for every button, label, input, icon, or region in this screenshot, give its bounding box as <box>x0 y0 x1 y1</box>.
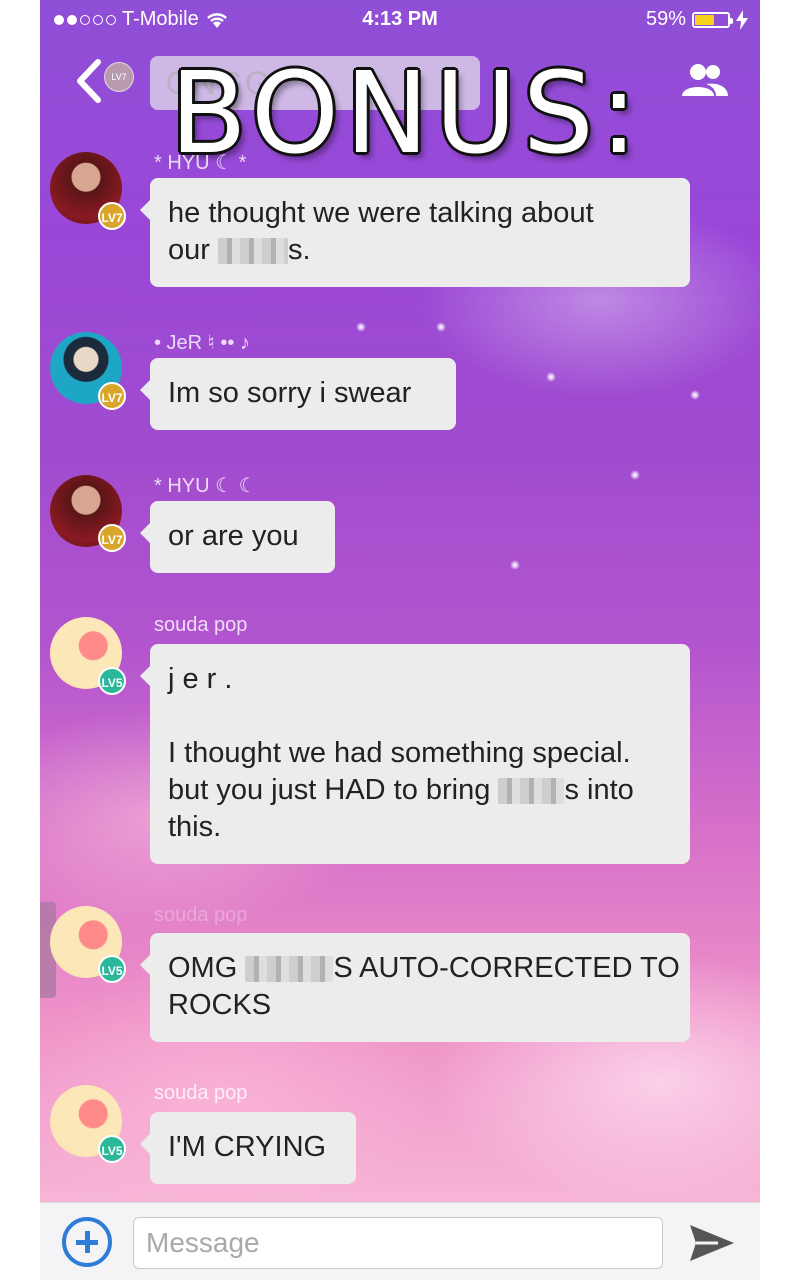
message-text: Im so sorry i swear <box>168 377 412 409</box>
message-text: S AUTO-CORRECTED TO <box>333 952 680 984</box>
background-sparkle <box>510 560 520 570</box>
chat-header: LV7 ONGG BONUS: <box>40 38 760 170</box>
message-text: ROCKS <box>168 989 272 1021</box>
background-sparkle <box>630 470 640 480</box>
message-text: our <box>168 234 218 266</box>
level-badge: LV5 <box>98 955 126 983</box>
message-bubble[interactable]: I'M CRYING <box>140 1112 356 1184</box>
message-text: s. <box>287 234 311 266</box>
sender-name: * HYU ☾ ☾ <box>154 475 257 497</box>
sender-name: souda pop <box>154 1082 248 1104</box>
background-sparkle <box>690 390 700 400</box>
message-input[interactable] <box>133 1217 663 1269</box>
send-icon[interactable] <box>688 1223 736 1263</box>
message-bubble[interactable]: OMG S AUTO-CORRECTED TO ROCKS <box>140 933 690 1042</box>
level-badge: LV5 <box>98 667 126 695</box>
message-text: j e r . <box>168 663 233 695</box>
battery-percent: 59% <box>645 8 686 30</box>
censored-word <box>498 778 565 805</box>
level-badge: LV7 <box>98 202 126 230</box>
message-bubble[interactable]: j e r . I thought we had something speci… <box>140 644 690 864</box>
message-input-bar <box>40 1202 760 1280</box>
background-sparkle <box>356 322 366 332</box>
censored-word <box>217 238 288 265</box>
chat-avatar[interactable]: LV7 <box>104 62 134 92</box>
members-button[interactable] <box>680 60 730 100</box>
message-text: this. <box>168 811 222 843</box>
message-text: but you just HAD to bring <box>168 774 499 806</box>
sender-name: souda pop <box>154 614 248 636</box>
battery-icon <box>692 11 733 28</box>
status-bar: T-Mobile 4:13 PM 59% <box>40 0 760 38</box>
plus-circle-icon[interactable] <box>62 1217 112 1267</box>
charging-bolt-icon <box>736 9 748 30</box>
message-text: I thought we had something special. <box>168 737 631 769</box>
message-bubble[interactable]: Im so sorry i swear <box>140 358 456 430</box>
background-sparkle <box>436 322 446 332</box>
message-bubble[interactable]: he thought we were talking about our s. <box>140 178 690 287</box>
level-badge: LV7 <box>98 382 126 410</box>
sender-name: • JeR ♮ •• ♪ <box>154 332 250 354</box>
level-badge: LV5 <box>98 1135 126 1163</box>
message-text: s into <box>564 774 634 806</box>
battery-info: 59% <box>646 8 748 31</box>
message-text: OMG <box>168 952 246 984</box>
chat-screen: T-Mobile 4:13 PM 59% LV7 ONGG BONUS: LV7… <box>40 0 760 1280</box>
message-text: I'M CRYING <box>168 1131 327 1163</box>
message-bubble[interactable]: or are you <box>140 501 335 573</box>
censored-word <box>245 956 334 983</box>
sender-name: souda pop <box>154 904 248 926</box>
message-text: or are you <box>168 520 299 552</box>
background-sparkle <box>546 372 556 382</box>
level-badge: LV7 <box>98 524 126 552</box>
sender-name: * HYU ☾ * <box>154 152 247 174</box>
message-text: he thought we were talking about <box>168 197 594 229</box>
